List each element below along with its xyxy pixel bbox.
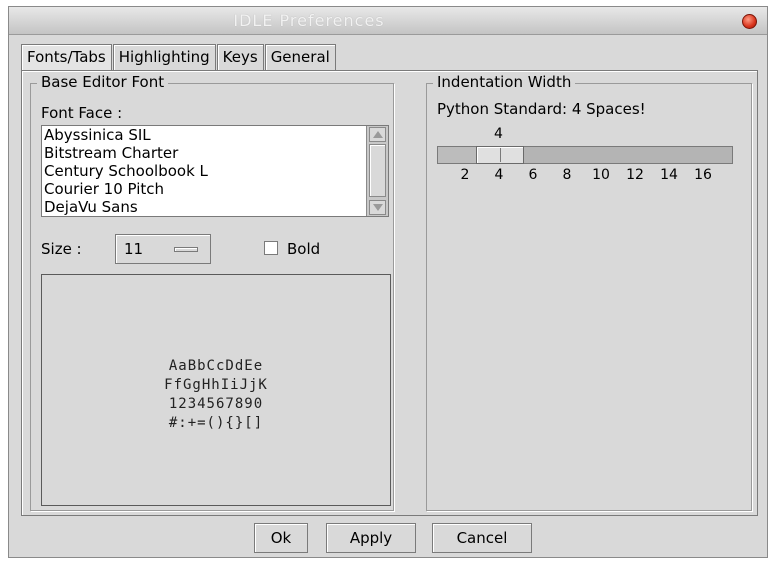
bold-checkbox[interactable] xyxy=(264,241,278,255)
tab-bar: Fonts/Tabs Highlighting Keys General xyxy=(21,44,337,72)
fonts-tabs-panel: Base Editor Font Font Face : Abyssinica … xyxy=(21,70,758,516)
font-sample-text: AaBbCcDdEe FfGgHhIiJjK 1234567890 #:+=()… xyxy=(42,357,390,433)
list-item[interactable]: Courier 10 Pitch xyxy=(42,180,366,198)
tick-label: 16 xyxy=(694,167,712,183)
font-sample-box: AaBbCcDdEe FfGgHhIiJjK 1234567890 #:+=()… xyxy=(41,274,391,506)
list-item[interactable]: Abyssinica SIL xyxy=(42,126,366,144)
option-menu-indicator-icon xyxy=(174,247,198,252)
size-label: Size : xyxy=(41,240,82,258)
scroll-thumb[interactable] xyxy=(369,144,386,197)
list-item[interactable]: DejaVu Sans xyxy=(42,198,366,216)
title-bar[interactable]: IDLE Preferences xyxy=(9,7,767,35)
tick-label: 10 xyxy=(592,167,610,183)
close-icon[interactable] xyxy=(742,14,757,29)
tick-label: 14 xyxy=(660,167,678,183)
font-size-value: 11 xyxy=(124,240,144,258)
font-face-label: Font Face : xyxy=(41,104,123,122)
indent-slider-value: 4 xyxy=(494,126,503,142)
tab-fonts-tabs[interactable]: Fonts/Tabs xyxy=(21,44,112,72)
sample-line: AaBbCcDdEe xyxy=(168,358,264,374)
group-title: Base Editor Font xyxy=(37,73,169,91)
scroll-up-arrow-icon[interactable] xyxy=(369,127,386,142)
python-standard-note: Python Standard: 4 Spaces! xyxy=(437,100,646,118)
sample-line: 1234567890 xyxy=(168,396,264,412)
font-list: Abyssinica SIL Bitstream Charter Century… xyxy=(42,126,366,216)
group-title: Indentation Width xyxy=(433,73,576,91)
base-editor-font-group: Base Editor Font Font Face : Abyssinica … xyxy=(30,73,394,511)
tab-general[interactable]: General xyxy=(264,44,336,71)
tab-highlighting[interactable]: Highlighting xyxy=(112,44,216,71)
tick-label: 2 xyxy=(460,167,470,183)
slider-thumb[interactable] xyxy=(476,146,524,164)
tick-label: 12 xyxy=(626,167,644,183)
tick-label: 8 xyxy=(562,167,572,183)
sample-line: FfGgHhIiJjK xyxy=(164,377,268,393)
preferences-window: IDLE Preferences Fonts/Tabs Highlighting… xyxy=(8,6,768,558)
list-item[interactable]: Century Schoolbook L xyxy=(42,162,366,180)
sample-line: #:+=(){}[] xyxy=(168,415,264,431)
bold-label: Bold xyxy=(287,240,321,258)
font-face-listbox[interactable]: Abyssinica SIL Bitstream Charter Century… xyxy=(41,125,389,217)
font-size-menu[interactable]: 11 xyxy=(115,234,211,264)
window-title: IDLE Preferences xyxy=(233,11,385,30)
indentation-width-group: Indentation Width Python Standard: 4 Spa… xyxy=(426,73,752,511)
font-list-scrollbar[interactable] xyxy=(366,126,388,216)
list-item[interactable]: Bitstream Charter xyxy=(42,144,366,162)
tab-keys[interactable]: Keys xyxy=(216,44,264,71)
scroll-down-arrow-icon[interactable] xyxy=(369,200,386,215)
tick-label: 4 xyxy=(494,167,504,183)
cancel-button[interactable]: Cancel xyxy=(432,523,532,553)
tick-label: 6 xyxy=(528,167,538,183)
indent-width-slider[interactable] xyxy=(437,146,733,164)
ok-button[interactable]: Ok xyxy=(254,523,308,553)
apply-button[interactable]: Apply xyxy=(326,523,416,553)
slider-tick-labels: 2 4 6 8 10 12 14 16 xyxy=(437,167,733,187)
